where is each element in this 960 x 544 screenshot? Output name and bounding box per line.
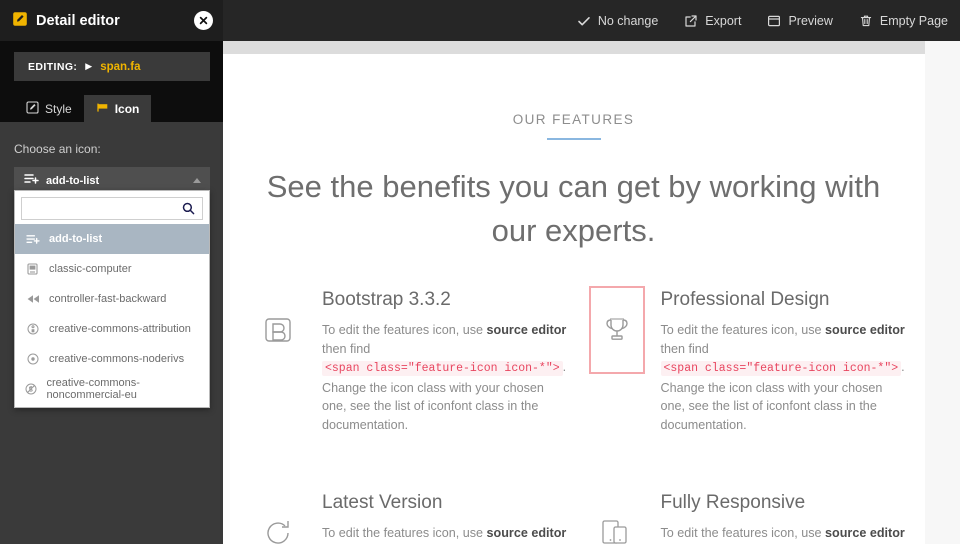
list-item-label: add-to-list [49, 233, 103, 245]
feature-text-bold: source editor [825, 526, 905, 540]
feature-title: Fully Responsive [660, 492, 806, 513]
list-item[interactable]: creative-commons-noderivs [15, 344, 209, 374]
tab-style[interactable]: Style [14, 95, 84, 122]
panel-tabs: Style Icon [14, 95, 223, 122]
feature-title: Latest Version [322, 492, 443, 513]
tab-icon[interactable]: Icon [83, 95, 152, 122]
icon-select-value: add-to-list [46, 175, 100, 187]
feature-body: Latest Version To edit the features icon… [322, 489, 569, 544]
list-item[interactable]: controller-fast-backward [15, 284, 209, 314]
list-item[interactable]: add-to-list [15, 224, 209, 254]
feature-text: To edit the features icon, use source ed… [660, 321, 908, 434]
feature-text-part2: then find [660, 341, 709, 356]
export-icon [684, 14, 698, 28]
icon-dropdown[interactable]: add-to-list classic-computer controller-… [14, 190, 210, 408]
search-icon[interactable] [182, 202, 195, 215]
feature-text-part1: To edit the features icon, use [660, 323, 826, 337]
no-change-label: No change [597, 13, 659, 28]
icon-search-input[interactable] [22, 198, 182, 219]
editing-target-bar: EDITING: ▶ span.fa [14, 52, 210, 81]
feature-card[interactable]: Professional Design To edit the features… [588, 286, 908, 434]
feature-text-bold: source editor [486, 526, 567, 540]
feature-text-part1: To edit the features icon, use [322, 323, 487, 337]
feature-card[interactable]: Fully Responsive To edit the features ic… [589, 489, 908, 544]
page-canvas[interactable]: OUR FEATURES See the benefits you can ge… [222, 41, 925, 544]
feature-text: To edit the features icon, use source ed… [661, 524, 908, 544]
list-item[interactable]: creative-commons-noncommercial-eu [15, 374, 209, 404]
feature-title: Professional Design [660, 289, 830, 310]
feature-code-snippet: <span class="feature-icon icon-*"> [322, 361, 563, 376]
canvas-right-gutter [925, 41, 960, 544]
list-item-label: creative-commons-noncommercial-eu [46, 377, 140, 401]
features-grid: Bootstrap 3.3.2 To edit the features ico… [222, 286, 925, 544]
list-item-label: controller-fast-backward [49, 293, 167, 305]
check-icon [577, 14, 591, 28]
add-to-list-icon [25, 234, 40, 245]
bootstrap-icon[interactable] [250, 286, 306, 374]
feature-body: Professional Design To edit the features… [660, 286, 908, 434]
editing-label: EDITING: [28, 60, 78, 73]
feature-code-snippet: <span class="feature-icon icon-*"> [660, 361, 902, 376]
add-to-list-icon [24, 172, 40, 190]
trash-icon [859, 14, 873, 28]
list-item-label: creative-commons-attribution [49, 323, 191, 335]
tab-style-label: Style [45, 101, 72, 116]
feature-text-bold: source editor [486, 323, 567, 337]
app-root: OUR FEATURES See the benefits you can ge… [0, 0, 960, 544]
feature-text-bold: source editor [825, 323, 905, 337]
chevron-right-icon: ▶ [85, 61, 93, 71]
no-change-status[interactable]: No change [577, 14, 658, 28]
feature-text: To edit the features icon, use source ed… [322, 321, 569, 434]
tab-icon-label: Icon [114, 101, 140, 116]
list-item[interactable]: classic-computer [15, 254, 209, 284]
style-pencil-icon [26, 100, 39, 117]
edit-square-icon [12, 11, 28, 31]
dropdown-search-field[interactable] [21, 197, 203, 220]
panel-title-text: Detail editor [36, 12, 120, 29]
section-underline [546, 138, 601, 140]
devices-icon[interactable] [589, 489, 645, 544]
chevron-up-icon[interactable] [193, 178, 201, 183]
list-item[interactable]: creative-commons-attribution [15, 314, 209, 344]
cc-noncommercial-eu-icon [25, 383, 37, 395]
flag-icon [96, 101, 109, 117]
editing-target-value[interactable]: span.fa [100, 61, 140, 73]
feature-card[interactable]: Latest Version To edit the features icon… [250, 489, 569, 544]
preview-button[interactable]: Preview [767, 13, 833, 28]
feature-body: Fully Responsive To edit the features ic… [661, 489, 908, 544]
refresh-icon[interactable] [250, 489, 306, 544]
dropdown-search-wrap [15, 191, 209, 224]
icon-dropdown-list[interactable]: add-to-list classic-computer controller-… [15, 224, 209, 406]
feature-text: To edit the features icon, use source ed… [322, 524, 569, 544]
export-label: Export [705, 13, 742, 28]
classic-computer-icon [25, 263, 40, 275]
cc-attribution-icon [25, 323, 40, 335]
export-button[interactable]: Export [684, 14, 741, 28]
empty-page-label: Empty Page [879, 13, 948, 28]
list-item-label: creative-commons-noderivs [49, 353, 185, 365]
empty-page-button[interactable]: Empty Page [859, 14, 948, 28]
preview-label: Preview [788, 13, 833, 28]
canvas-top-strip [222, 41, 925, 54]
panel-header: Detail editor [0, 0, 223, 41]
panel-title-group: Detail editor [12, 11, 120, 31]
list-item-label: classic-computer [49, 263, 132, 275]
feature-card[interactable]: Bootstrap 3.3.2 To edit the features ico… [250, 286, 569, 434]
section-title: See the benefits you can get by working … [266, 169, 881, 248]
close-circle-icon[interactable] [194, 11, 213, 30]
choose-icon-label: Choose an icon: [14, 142, 101, 156]
top-toolbar-actions: No change Export Preview Empty Page [577, 0, 948, 41]
trophy-icon[interactable] [588, 286, 645, 374]
detail-editor-panel: Detail editor EDITING: ▶ span.fa Style I… [0, 0, 223, 544]
feature-text-part1: To edit the features icon, use [322, 526, 487, 540]
feature-body: Bootstrap 3.3.2 To edit the features ico… [322, 286, 569, 434]
fast-backward-icon [25, 294, 40, 304]
window-icon [767, 14, 781, 28]
feature-text-part2: then find [322, 341, 371, 356]
feature-text-part1: To edit the features icon, use [660, 526, 826, 540]
feature-title: Bootstrap 3.3.2 [322, 289, 451, 310]
section-label: OUR FEATURES [512, 112, 635, 127]
cc-noderivs-icon [25, 353, 40, 365]
